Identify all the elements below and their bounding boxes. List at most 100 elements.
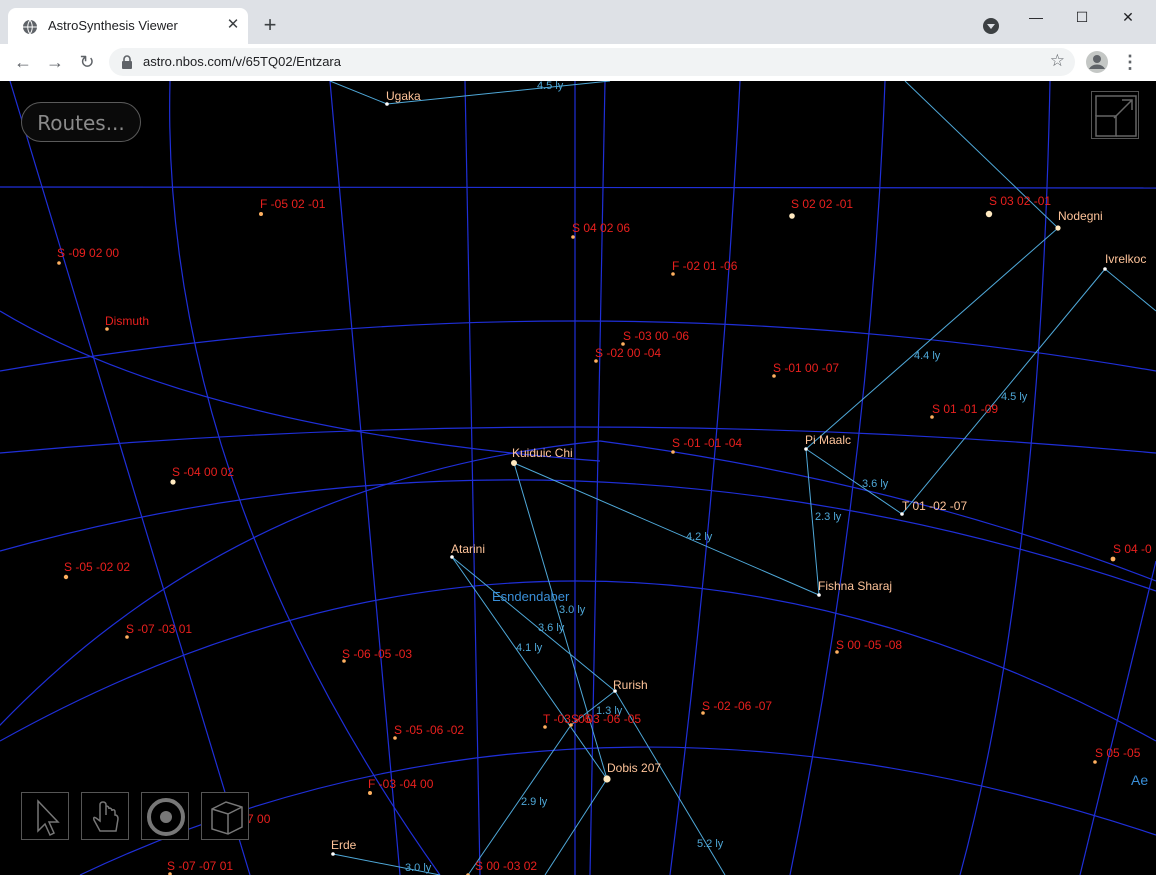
reload-button[interactable]: ↻	[75, 50, 99, 74]
star-label: F -05 02 -01	[260, 197, 326, 211]
star-label: S -01 -01 -04	[672, 436, 742, 450]
close-window-button[interactable]: ✕	[1105, 4, 1151, 30]
browser-tab[interactable]: AstroSynthesis Viewer ✕	[8, 8, 248, 44]
route-label: 2.9 ly	[521, 796, 548, 808]
star-label: S 00 -05 -08	[836, 638, 902, 652]
forward-button[interactable]: →	[43, 50, 67, 74]
star-dot[interactable]	[1055, 225, 1061, 231]
route-label: 4.5 ly	[537, 81, 564, 92]
star-dot[interactable]	[1103, 267, 1107, 271]
sector-label: Ae	[1131, 772, 1148, 788]
star-dot[interactable]	[1093, 760, 1097, 764]
hand-tool-button[interactable]	[81, 792, 129, 840]
star-dot[interactable]	[817, 593, 821, 597]
fullscreen-icon	[1095, 95, 1137, 137]
tab-strip: AstroSynthesis Viewer ✕ + — ☐ ✕	[0, 0, 1156, 44]
star-label: Rurish	[613, 678, 648, 692]
new-tab-button[interactable]: +	[258, 14, 282, 38]
star-label: S -02 -06 -07	[702, 699, 772, 713]
star-label: S 05 -05	[1095, 746, 1141, 760]
star-label: Ugaka	[386, 89, 421, 103]
address-bar[interactable]: astro.nbos.com/v/65TQ02/Entzara ☆	[109, 48, 1075, 76]
star-dot[interactable]	[571, 235, 575, 239]
browser-toolbar: ← → ↻ astro.nbos.com/v/65TQ02/Entzara ☆ …	[0, 44, 1156, 82]
route-label: 4.2 ly	[686, 531, 713, 543]
cube-tool-button[interactable]	[201, 792, 249, 840]
star-dot[interactable]	[985, 210, 993, 218]
star-label: S -01 00 -07	[773, 361, 839, 375]
routes-button[interactable]: Routes...	[21, 102, 141, 142]
route-label: 3.6 ly	[538, 622, 565, 634]
globe-icon	[23, 19, 37, 35]
star-label: Dobis 207	[607, 761, 661, 775]
tab-title: AstroSynthesis Viewer	[48, 18, 178, 33]
star-label: S -03 -06 -05	[571, 712, 641, 726]
star-dot[interactable]	[368, 791, 372, 795]
maximize-button[interactable]: ☐	[1059, 4, 1105, 30]
back-button[interactable]: ←	[11, 50, 35, 74]
sector-label: Esndendaber	[492, 589, 570, 604]
star-label: Erde	[331, 838, 357, 852]
star-dot[interactable]	[57, 261, 61, 265]
star-label: S -06 -05 -03	[342, 647, 412, 661]
close-tab-icon[interactable]: ✕	[224, 16, 242, 34]
star-dot[interactable]	[331, 852, 335, 856]
fullscreen-button[interactable]	[1091, 91, 1139, 139]
star-label: S -07 -07 01	[167, 859, 233, 873]
star-label: S -04 00 02	[172, 465, 234, 479]
pointer-icon	[37, 799, 60, 837]
star-dot[interactable]	[259, 212, 263, 216]
star-label: S 01 -01 -09	[932, 402, 998, 416]
hand-icon	[93, 801, 119, 832]
browser-menu-button[interactable]: ⋮	[1120, 50, 1140, 74]
star-label: Pi Maalc	[805, 433, 851, 447]
star-label: S -02 00 -04	[595, 346, 661, 360]
target-icon	[147, 798, 185, 836]
cube-icon	[211, 801, 243, 835]
route-label: 2.3 ly	[815, 511, 842, 523]
route-label: 4.4 ly	[914, 350, 941, 362]
target-tool-button[interactable]	[141, 792, 189, 840]
browser-chrome: AstroSynthesis Viewer ✕ + — ☐ ✕ ← → ↻ as…	[0, 0, 1156, 82]
star-label: S -07 -03 01	[126, 622, 192, 636]
minimize-button[interactable]: —	[1013, 4, 1059, 30]
star-dot[interactable]	[789, 213, 795, 219]
star-dot[interactable]	[671, 450, 675, 454]
star-label: S 04 02 06	[572, 221, 630, 235]
route-label: 4.5 ly	[1001, 391, 1028, 403]
star-dot[interactable]	[804, 447, 808, 451]
star-markers[interactable]	[57, 102, 1116, 875]
star-label: Nodegni	[1058, 209, 1103, 223]
bookmark-star-icon[interactable]: ☆	[1050, 51, 1065, 71]
star-dot[interactable]	[63, 574, 69, 580]
pointer-tool-button[interactable]	[21, 792, 69, 840]
star-label: S 04 -0	[1113, 542, 1152, 556]
star-label: Ivrelkoc	[1105, 252, 1146, 266]
star-label: S 02 02 -01	[791, 197, 853, 211]
star-label: S 00 -03 02	[475, 859, 537, 873]
star-label: S -05 -02 02	[64, 560, 130, 574]
star-dot[interactable]	[1110, 556, 1116, 562]
star-dot[interactable]	[603, 775, 611, 783]
star-label: S -05 -06 -02	[394, 723, 464, 737]
route-label: 3.0 ly	[559, 604, 586, 616]
route-label: 3.6 ly	[862, 478, 889, 490]
star-label: Dismuth	[105, 314, 149, 328]
star-label: Kuiduic Chi	[512, 446, 573, 460]
star-label: Atarini	[451, 542, 485, 556]
star-map-canvas[interactable]: 4.5 ly 4.4 ly 4.5 ly 3.6 ly 2.3 ly 4.2 l…	[0, 81, 1156, 875]
star-dot[interactable]	[511, 460, 517, 466]
star-dot[interactable]	[170, 479, 176, 485]
star-label: T 01 -02 -07	[902, 499, 967, 513]
route-label: 3.0 ly	[405, 862, 432, 874]
star-label: S -03 00 -06	[623, 329, 689, 343]
profile-avatar-icon[interactable]	[1086, 51, 1108, 73]
tab-search-icon[interactable]	[982, 17, 1000, 35]
star-map[interactable]: 4.5 ly 4.4 ly 4.5 ly 3.6 ly 2.3 ly 4.2 l…	[0, 81, 1156, 875]
star-label: F -03 -04 00	[368, 777, 434, 791]
star-label: Fishna Sharaj	[818, 579, 892, 593]
star-label: S -09 02 00	[57, 246, 119, 260]
star-label: F -02 01 -06	[672, 259, 738, 273]
route-label: 4.1 ly	[516, 642, 543, 654]
route-label: 5.2 ly	[697, 838, 724, 850]
